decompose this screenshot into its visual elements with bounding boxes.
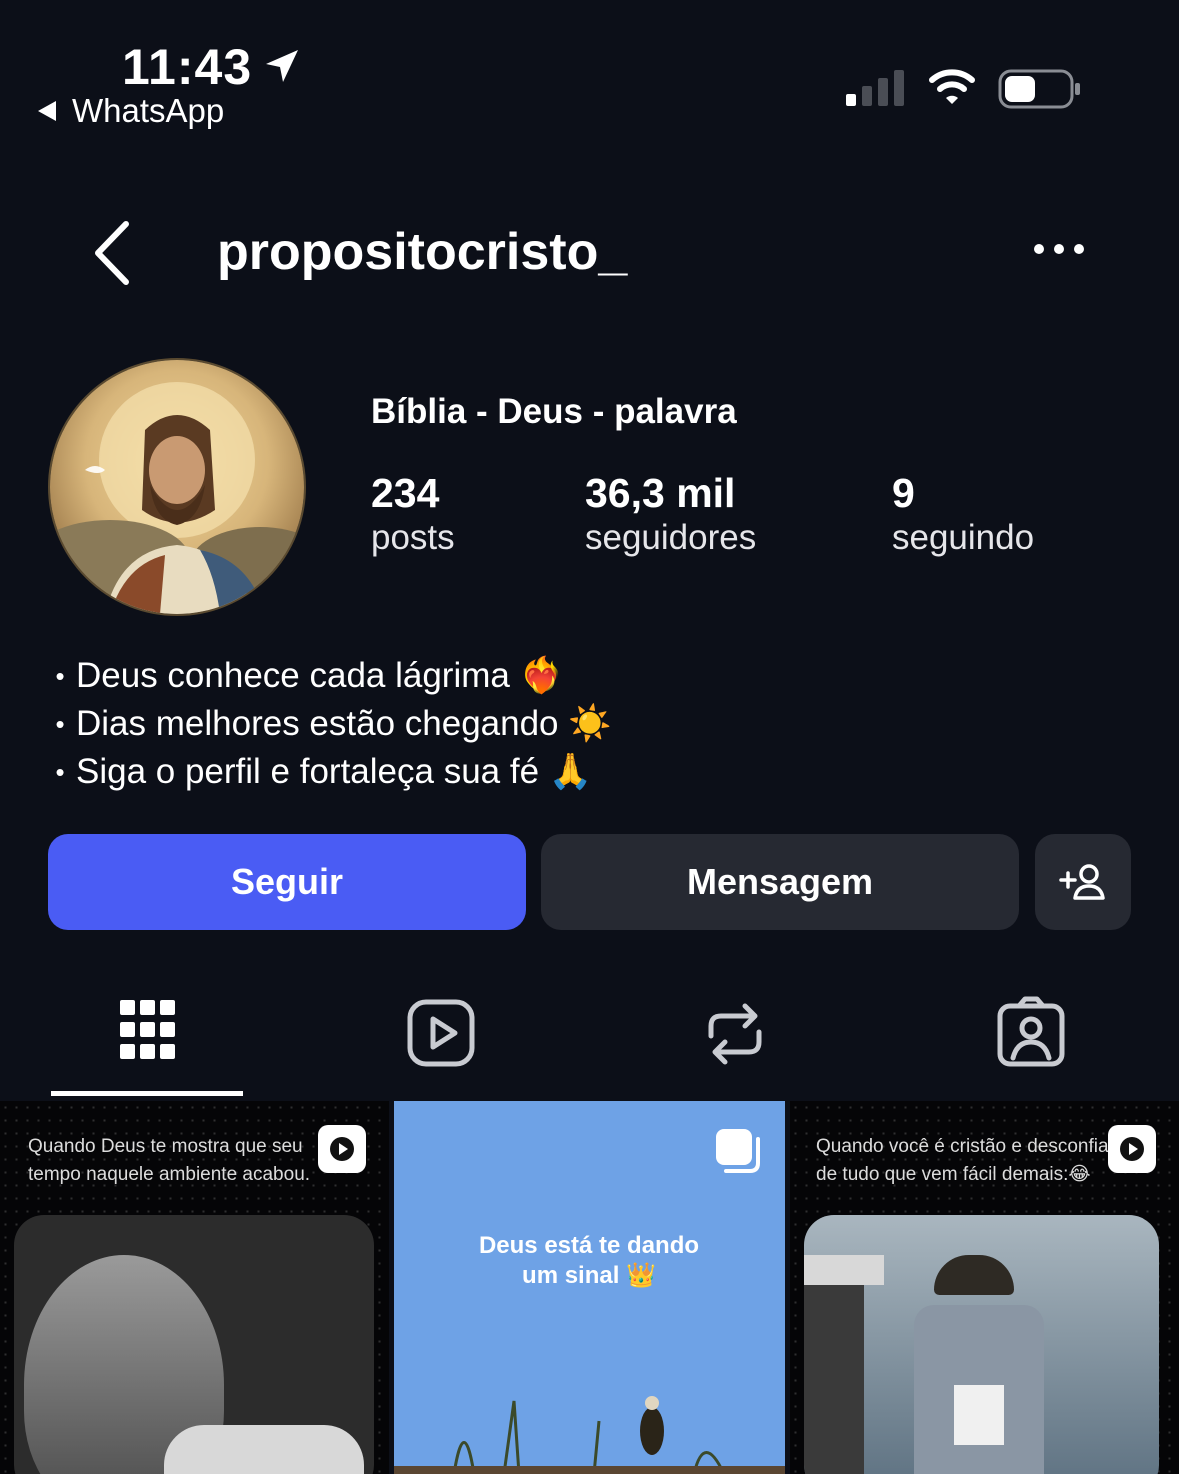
post-thumbnail[interactable]: Quando você é cristão e desconfia de tud… xyxy=(790,1101,1179,1474)
bio-line: • Deus conhece cada lágrima ❤️‍🔥 xyxy=(48,652,612,700)
more-options-icon[interactable] xyxy=(1034,244,1084,254)
post-caption: Quando você é cristão e desconfia de tud… xyxy=(816,1136,1109,1185)
post-video-frame xyxy=(804,1215,1159,1474)
posts-count[interactable]: 234 posts xyxy=(371,470,455,560)
suggested-users-button[interactable] xyxy=(1035,834,1131,930)
back-to-app-link[interactable]: WhatsApp xyxy=(38,92,224,130)
following-count[interactable]: 9 seguindo xyxy=(892,470,1034,560)
follow-button[interactable]: Seguir xyxy=(48,834,526,930)
back-app-label: WhatsApp xyxy=(72,92,225,129)
followers-count[interactable]: 36,3 mil seguidores xyxy=(585,470,756,560)
back-triangle-icon xyxy=(38,101,56,121)
bio-line-text: Siga o perfil e fortaleça sua fé 🙏 xyxy=(76,752,593,791)
location-arrow-icon xyxy=(266,50,298,82)
posts-count-value: 234 xyxy=(371,470,440,516)
reposts-icon[interactable] xyxy=(697,996,773,1072)
bio-line-text: Dias melhores estão chegando ☀️ xyxy=(76,704,612,743)
bio-line: • Siga o perfil e fortaleça sua fé 🙏 xyxy=(48,748,612,796)
add-person-icon xyxy=(1059,864,1105,900)
bio-line: • Dias melhores estão chegando ☀️ xyxy=(48,700,612,748)
message-button[interactable]: Mensagem xyxy=(541,834,1019,930)
post-illustration xyxy=(394,1396,785,1474)
avatar-illustration xyxy=(50,360,304,614)
carousel-icon xyxy=(716,1129,760,1173)
followers-count-value: 36,3 mil xyxy=(585,470,736,516)
profile-display-name: Bíblia - Deus - palavra xyxy=(371,392,737,431)
reel-icon xyxy=(1108,1125,1156,1173)
followers-count-label: seguidores xyxy=(585,518,757,557)
grid-icon[interactable] xyxy=(109,996,185,1072)
cellular-signal-icon xyxy=(846,70,904,106)
post-caption: Deus está te dando um sinal 👑 xyxy=(478,1232,700,1289)
battery-icon xyxy=(998,69,1080,109)
post-thumbnail[interactable]: Quando Deus te mostra que seu tempo naqu… xyxy=(0,1101,389,1474)
post-thumbnail[interactable]: Deus está te dando um sinal 👑 xyxy=(394,1101,785,1474)
following-count-label: seguindo xyxy=(892,518,1035,557)
back-chevron-icon[interactable] xyxy=(88,218,136,288)
profile-bio: • Deus conhece cada lágrima ❤️‍🔥 • Dias me… xyxy=(48,652,612,796)
status-time: 11:43 xyxy=(122,39,253,95)
reel-icon xyxy=(318,1125,366,1173)
avatar[interactable] xyxy=(48,358,306,616)
active-tab-indicator xyxy=(51,1091,243,1096)
reels-icon[interactable] xyxy=(403,996,479,1072)
following-count-value: 9 xyxy=(892,470,915,516)
bio-line-text: Deus conhece cada lágrima ❤️‍🔥 xyxy=(76,656,564,695)
tagged-icon[interactable] xyxy=(993,996,1069,1072)
wifi-icon xyxy=(929,69,975,104)
profile-username: propositocristo_ xyxy=(217,223,628,281)
post-video-frame xyxy=(14,1215,374,1474)
post-caption: Quando Deus te mostra que seu tempo naqu… xyxy=(28,1136,311,1185)
posts-count-label: posts xyxy=(371,518,455,557)
